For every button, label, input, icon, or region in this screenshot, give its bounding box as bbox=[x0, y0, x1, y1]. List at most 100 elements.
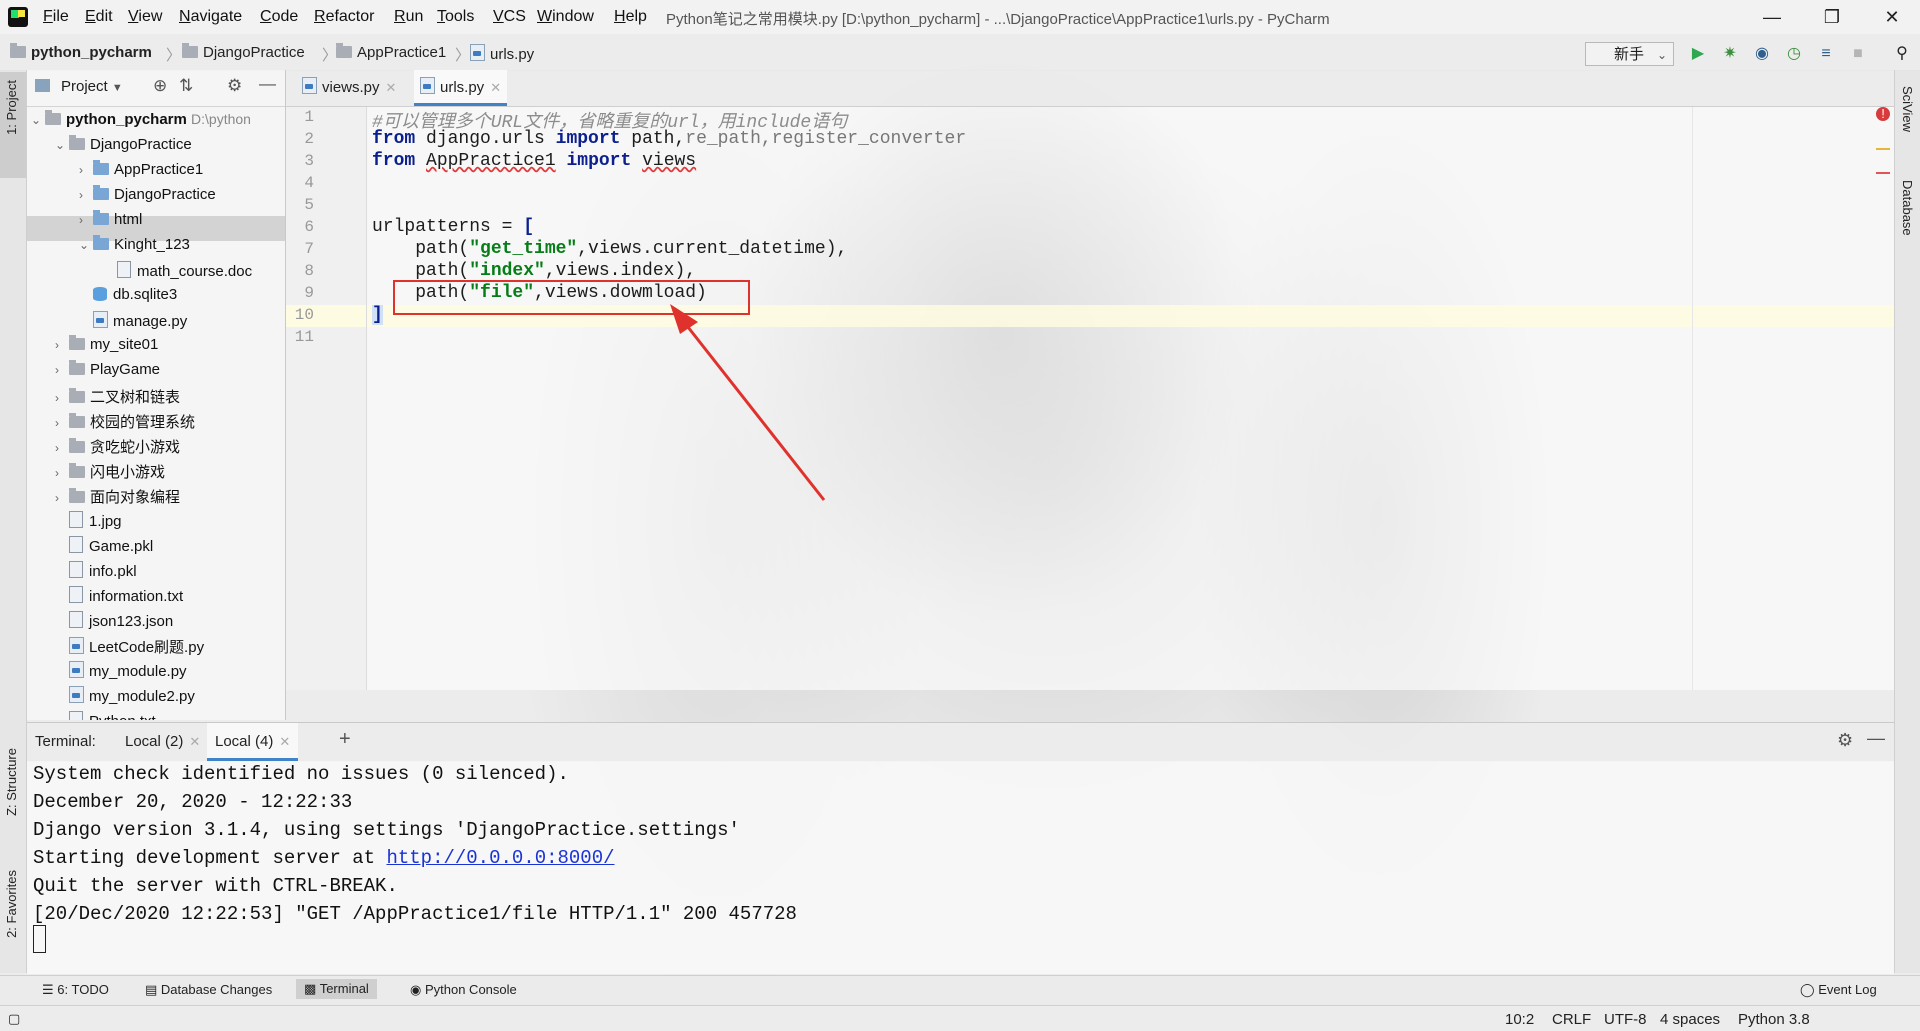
menu-navigate[interactable]: Navigate bbox=[179, 8, 242, 26]
right-margin-guide bbox=[1692, 107, 1693, 690]
hide-panel-icon[interactable]: — bbox=[259, 74, 276, 94]
list-icon: ☰ bbox=[42, 982, 54, 997]
tree-item[interactable]: information.txt bbox=[55, 586, 183, 605]
tree-item[interactable]: manage.py bbox=[79, 311, 187, 330]
tree-item[interactable]: ⌄ DjangoPractice bbox=[55, 135, 192, 153]
menu-window[interactable]: Window bbox=[537, 8, 594, 26]
breadcrumb-apppractice1[interactable]: AppPractice1 bbox=[336, 43, 446, 61]
python-interpreter[interactable]: Python 3.8 bbox=[1738, 1011, 1810, 1028]
file-encoding[interactable]: UTF-8 bbox=[1604, 1011, 1647, 1028]
tree-item[interactable]: Game.pkl bbox=[55, 536, 153, 555]
chevron-down-icon: ⌄ bbox=[79, 238, 90, 252]
tree-item[interactable]: › AppPractice1 bbox=[79, 160, 203, 178]
error-indicator-icon[interactable]: ! bbox=[1876, 107, 1890, 121]
terminal-tab-local-2[interactable]: Local (2) ✕ bbox=[125, 733, 200, 750]
tree-item[interactable]: › 二叉树和链表 bbox=[55, 386, 180, 407]
menu-vcs[interactable]: VCS bbox=[493, 8, 526, 26]
profile-icon[interactable]: ◷ bbox=[1784, 44, 1804, 64]
python-file-icon bbox=[470, 44, 485, 61]
warning-marker[interactable] bbox=[1876, 148, 1890, 150]
todo-tool[interactable]: ☰ 6: TODO bbox=[42, 982, 109, 998]
hide-panel-icon[interactable]: — bbox=[1867, 728, 1885, 749]
tree-item[interactable]: math_course.doc bbox=[103, 261, 252, 280]
tree-item[interactable]: my_module2.py bbox=[55, 686, 195, 705]
restore-icon[interactable]: ❐ bbox=[1812, 4, 1852, 30]
minimize-icon[interactable]: — bbox=[1752, 4, 1792, 30]
tree-item[interactable]: 1.jpg bbox=[55, 511, 122, 530]
collapse-all-icon[interactable]: ⇅ bbox=[179, 76, 193, 96]
menu-view[interactable]: View bbox=[128, 8, 162, 26]
line-separator[interactable]: CRLF bbox=[1552, 1011, 1591, 1028]
debug-icon[interactable]: ✷ bbox=[1720, 44, 1740, 64]
breadcrumb-djangopractice[interactable]: DjangoPractice bbox=[182, 43, 305, 61]
close-tab-icon[interactable]: ✕ bbox=[279, 734, 290, 749]
coverage-icon[interactable]: ◉ bbox=[1752, 44, 1772, 64]
run-icon[interactable]: ▶ bbox=[1688, 44, 1708, 64]
status-toggle-icon[interactable]: ▢ bbox=[8, 1011, 20, 1027]
tab-project[interactable]: 1: Project bbox=[4, 80, 19, 135]
tree-item[interactable]: info.pkl bbox=[55, 561, 137, 580]
tree-item[interactable]: › 面向对象编程 bbox=[55, 486, 180, 507]
run-configuration-select[interactable]: 新手 ⌄ bbox=[1585, 42, 1674, 66]
gear-icon[interactable]: ⚙ bbox=[1837, 730, 1853, 751]
tree-item-label: html bbox=[114, 211, 143, 228]
chevron-down-icon: ⌄ bbox=[31, 113, 42, 127]
close-tab-icon[interactable]: ✕ bbox=[490, 80, 501, 95]
terminal-tab-local-4[interactable]: Local (4) ✕ bbox=[207, 723, 299, 761]
database-changes-tool[interactable]: ▤ Database Changes bbox=[145, 982, 272, 998]
code-editor[interactable]: #可以管理多个URL文件，省略重复的url，用include语句 from dj… bbox=[367, 107, 1894, 690]
tree-item[interactable]: LeetCode刷题.py bbox=[55, 636, 204, 657]
indent-setting[interactable]: 4 spaces bbox=[1660, 1011, 1720, 1028]
terminal-output[interactable]: System check identified no issues (0 sil… bbox=[27, 761, 1894, 974]
tree-root[interactable]: ⌄ python_pycharm D:\python bbox=[31, 110, 251, 128]
tree-item[interactable]: my_module.py bbox=[55, 661, 187, 680]
breadcrumb-root[interactable]: python_pycharm bbox=[10, 43, 152, 61]
tree-item[interactable]: › my_site01 bbox=[55, 335, 158, 353]
terminal-tool[interactable]: ▩ Terminal bbox=[296, 979, 377, 999]
menu-code[interactable]: Code bbox=[260, 8, 298, 26]
tree-item[interactable]: › html bbox=[79, 210, 143, 228]
error-marker[interactable] bbox=[1876, 172, 1890, 174]
concurrency-icon[interactable]: ≡ bbox=[1816, 44, 1836, 64]
search-everywhere-icon[interactable]: ⚲ bbox=[1892, 44, 1912, 64]
tab-favorites[interactable]: 2: Favorites bbox=[4, 870, 19, 938]
tree-item[interactable]: json123.json bbox=[55, 611, 173, 630]
locate-icon[interactable]: ⊕ bbox=[153, 76, 167, 96]
menu-file[interactable]: File bbox=[43, 8, 69, 26]
new-terminal-icon[interactable]: + bbox=[339, 728, 351, 751]
tree-item[interactable]: db.sqlite3 bbox=[79, 286, 177, 303]
gear-icon[interactable]: ⚙ bbox=[227, 76, 242, 96]
menu-run[interactable]: Run bbox=[394, 8, 423, 26]
close-tab-icon[interactable]: ✕ bbox=[386, 80, 397, 95]
menu-tools[interactable]: Tools bbox=[437, 8, 474, 26]
python-console-tool[interactable]: ◉ Python Console bbox=[410, 982, 517, 998]
breadcrumb-file[interactable]: urls.py bbox=[470, 44, 534, 63]
caret-position[interactable]: 10:2 bbox=[1505, 1011, 1534, 1028]
tree-item[interactable]: › 闪电小游戏 bbox=[55, 461, 165, 482]
close-window-icon[interactable]: ✕ bbox=[1872, 4, 1912, 30]
line-number: 6 bbox=[304, 218, 314, 236]
event-log-icon: ◯ bbox=[1800, 982, 1815, 997]
tab-views-py[interactable]: views.py ✕ bbox=[296, 70, 402, 106]
chevron-right-icon: › bbox=[55, 391, 59, 405]
tab-structure[interactable]: Z: Structure bbox=[4, 748, 19, 816]
server-url-link[interactable]: http://0.0.0.0:8000/ bbox=[386, 847, 614, 869]
tree-item[interactable]: › PlayGame bbox=[55, 360, 160, 378]
event-log-tool[interactable]: ◯ Event Log bbox=[1800, 982, 1877, 998]
tree-item[interactable]: › DjangoPractice bbox=[79, 185, 216, 203]
menu-refactor[interactable]: Refactor bbox=[314, 8, 374, 26]
tree-item[interactable]: › 贪吃蛇小游戏 bbox=[55, 436, 180, 457]
close-tab-icon[interactable]: ✕ bbox=[189, 734, 200, 749]
project-view-select[interactable]: Project ▼ bbox=[61, 78, 123, 95]
project-panel: Project ▼ ⊕ ⇅ ⚙ — ⌄ python_pycharm D:\pyt… bbox=[27, 70, 286, 720]
tree-item[interactable]: › 校园的管理系统 bbox=[55, 411, 195, 432]
menu-edit[interactable]: Edit bbox=[85, 8, 113, 26]
tab-database[interactable]: Database bbox=[1900, 180, 1915, 236]
tree-item[interactable]: ⌄ Kinght_123 bbox=[79, 235, 190, 253]
tab-urls-py[interactable]: urls.py ✕ bbox=[414, 70, 508, 106]
menu-help[interactable]: Help bbox=[614, 8, 647, 26]
stop-icon[interactable]: ■ bbox=[1848, 44, 1868, 64]
tree-item[interactable]: Python.txt bbox=[55, 711, 156, 720]
tab-sciview[interactable]: SciView bbox=[1900, 86, 1915, 132]
chevron-right-icon: › bbox=[79, 213, 83, 227]
